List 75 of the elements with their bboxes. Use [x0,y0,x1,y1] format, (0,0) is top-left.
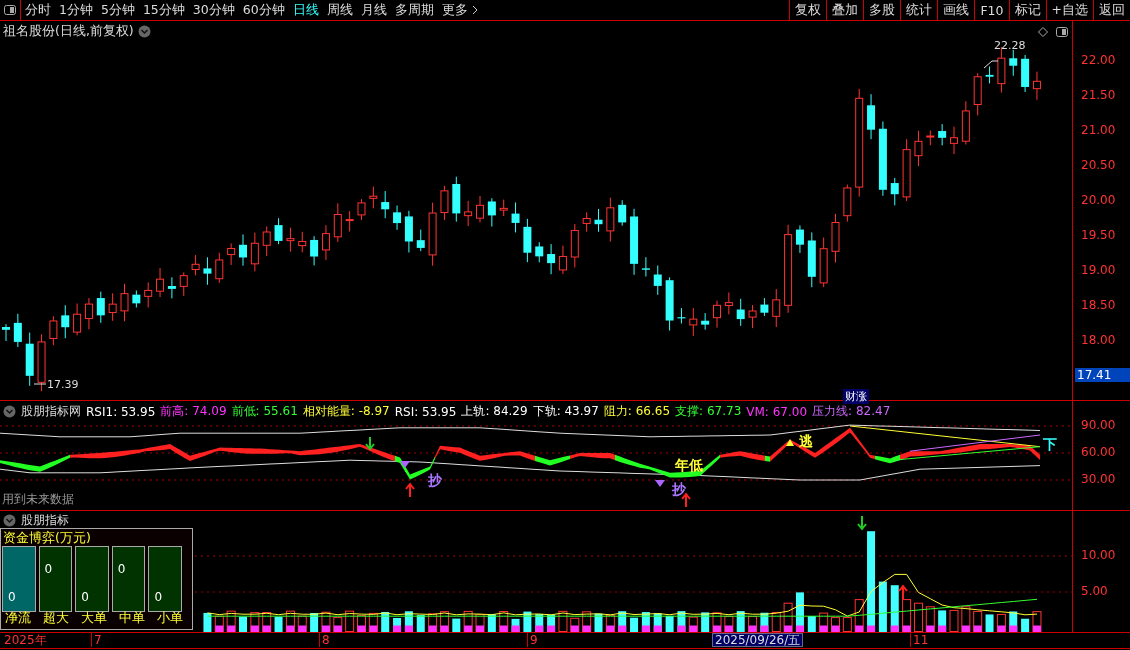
low-price-label: 17.39 [47,378,79,391]
fund-value: 0 [44,562,53,576]
period-tab[interactable]: 多周期 [390,0,438,20]
indicator-readout: 压力线: 82.47 [812,403,891,420]
volume-axis-label: 10.00 [1081,548,1116,562]
price-axis-label: 18.00 [1081,333,1116,347]
more-menu[interactable]: 更多 [437,0,472,20]
fund-value: 0 [8,590,16,604]
date-axis-label: 7 [91,633,102,647]
fund-value: 0 [154,590,162,604]
fund-box-title: 资金博弈(万元) [3,530,91,547]
toolbar-button[interactable]: +自选 [1045,0,1093,20]
price-axis-label: 22.00 [1081,53,1116,67]
warning-note: 用到未来数据 [2,492,74,507]
date-axis-label: 9 [527,633,538,647]
toolbar-button[interactable]: 叠加 [826,0,864,20]
event-tag: 财涨 [843,389,869,404]
date-axis-label: 8 [319,633,330,647]
indicator-readout: RSI1: 53.95 [86,404,156,419]
current-price-tag: 17.41 [1075,368,1130,382]
high-price-label: 22.28 [994,39,1026,52]
stock-title: 祖名股份(日线,前复权) [3,23,134,40]
price-axis-label: 21.00 [1081,123,1116,137]
indicator-readout: RSI: 53.95 [394,404,457,419]
price-axis-label: 20.00 [1081,193,1116,207]
indicator-readout: 阻力: 66.65 [603,403,671,420]
signal-label: 抄 [672,482,686,497]
signal-label: 下 [1043,437,1057,452]
signal-label: 逃 [799,434,813,449]
indicator-readout: 下轨: 43.97 [532,403,599,420]
indicator-readout: 前低: 55.61 [231,403,298,420]
period-tab[interactable]: 15分钟 [138,0,189,20]
indicator-axis-label: 30.00 [1081,472,1116,486]
price-axis-label: 19.00 [1081,263,1116,277]
fund-label: 大单 [81,610,107,627]
price-axis-label: 20.50 [1081,158,1116,172]
toolbar-button[interactable]: 统计 [900,0,938,20]
toolbar-button[interactable]: 标记 [1008,0,1046,20]
indicator-readout: 相对能量: -8.97 [302,403,390,420]
indicator-axis-label: 90.00 [1081,418,1116,432]
period-tab[interactable]: 日线 [288,0,323,20]
indicator-title: 股朋指标 [21,512,69,529]
period-tab[interactable]: 月线 [356,0,391,20]
indicator-axis-label: 60.00 [1081,445,1116,459]
period-tab[interactable]: 周线 [322,0,357,20]
fund-label: 超大 [43,610,69,627]
price-axis-label: 19.50 [1081,228,1116,242]
fund-label: 净流 [5,610,31,627]
period-tab[interactable]: 5分钟 [96,0,139,20]
period-tab[interactable]: 30分钟 [188,0,239,20]
period-tab[interactable]: 60分钟 [238,0,289,20]
volume-axis-label: 5.00 [1081,584,1108,598]
fund-label: 小单 [157,610,183,627]
fund-value: 0 [81,590,89,604]
toolbar-button[interactable]: 返回 [1093,0,1130,20]
period-tab[interactable]: 分时 [21,0,55,20]
signal-label: 年低 [675,458,703,473]
indicator-readout: 支撑: 67.73 [675,403,742,420]
indicator-readout: 前高: 74.09 [160,403,227,420]
toolbar-button[interactable]: 多股 [863,0,901,20]
toolbar-button[interactable]: 画线 [937,0,975,20]
toolbar-button[interactable]: 复权 [789,0,827,20]
indicator-title: 股朋指标网 [21,403,81,420]
date-axis-label: 2025年 [3,633,47,647]
date-axis-label: 11 [910,633,929,647]
fund-value: 0 [117,562,126,576]
signal-label: 抄 [428,473,442,488]
period-tab[interactable]: 1分钟 [55,0,97,20]
cursor-date-label: 2025/09/26/五 [712,633,804,647]
indicator-readout: VM: 67.00 [746,404,808,419]
fund-label: 中单 [119,610,145,627]
price-axis-label: 18.50 [1081,298,1116,312]
toolbar-button[interactable]: F10 [974,0,1009,20]
price-axis-label: 21.50 [1081,88,1116,102]
indicator-readout: 上轨: 84.29 [461,403,528,420]
